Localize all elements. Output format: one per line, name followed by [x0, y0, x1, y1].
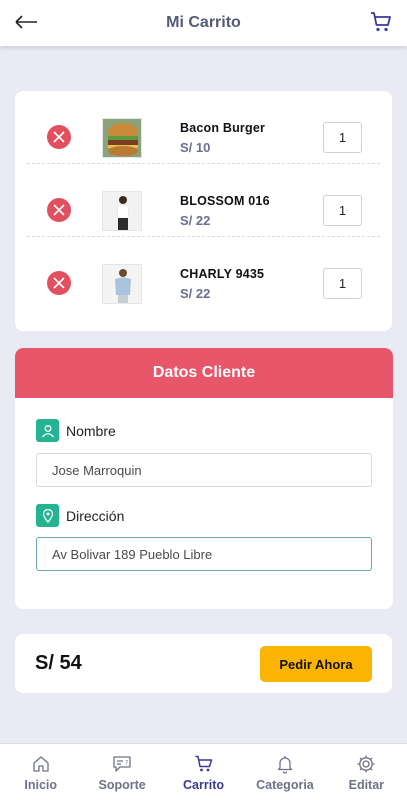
charly-outfit-image [102, 264, 142, 304]
client-data-card: Datos Cliente Nombre Jose Marroquin Dire… [15, 348, 393, 609]
name-label-text: Nombre [66, 422, 116, 439]
blossom-outfit-image [102, 191, 142, 231]
client-data-title: Datos Cliente [152, 364, 256, 381]
address-label: Dirección [36, 504, 124, 527]
item-name: Bacon Burger [180, 121, 266, 135]
shopping-cart-icon[interactable] [369, 10, 393, 34]
bell-icon [277, 756, 293, 774]
name-field[interactable]: Jose Marroquin [36, 453, 372, 487]
cart-icon [195, 755, 212, 772]
nav-label: Inicio [24, 778, 58, 792]
cart-item: BLOSSOM 016 S/ 22 1 [27, 164, 380, 237]
total-amount: S/ 54 [35, 652, 82, 674]
burger-image [102, 118, 142, 158]
item-price: S/ 10 [180, 140, 211, 155]
nav-item-categoria[interactable]: Categoria [244, 744, 325, 800]
item-name: BLOSSOM 016 [180, 194, 270, 208]
nav-item-soporte[interactable]: ? Soporte [81, 744, 162, 800]
cart-item: CHARLY 9435 S/ 22 1 [27, 237, 380, 310]
svg-text:?: ? [125, 760, 128, 767]
item-price: S/ 22 [180, 286, 211, 301]
name-label: Nombre [36, 419, 116, 442]
cart-items-card: Bacon Burger S/ 10 1 BLOSSOM 016 S/ 22 1 [15, 91, 392, 331]
remove-item-button[interactable] [47, 198, 71, 222]
gear-icon [357, 755, 375, 773]
address-label-text: Dirección [66, 507, 125, 524]
page-title: Mi Carrito [166, 14, 241, 31]
item-name: CHARLY 9435 [180, 267, 265, 281]
user-icon [36, 419, 59, 442]
remove-item-button[interactable] [47, 125, 71, 149]
remove-item-button[interactable] [47, 271, 71, 295]
home-icon [33, 756, 49, 772]
support-chat-icon: ? [113, 756, 131, 772]
nav-label: Carrito [183, 778, 224, 792]
location-pin-icon [36, 504, 59, 527]
nav-label: Categoria [256, 778, 314, 792]
app-header: Mi Carrito [0, 0, 407, 46]
client-data-header: Datos Cliente [15, 348, 393, 398]
order-summary-card: S/ 54 Pedir Ahora [15, 634, 392, 693]
arrow-left-icon[interactable] [12, 10, 40, 34]
item-price: S/ 22 [180, 213, 211, 228]
nav-item-carrito[interactable]: Carrito [163, 744, 244, 800]
order-now-button[interactable]: Pedir Ahora [260, 646, 372, 682]
nav-label: Soporte [98, 778, 146, 792]
nav-item-editar[interactable]: Editar [326, 744, 407, 800]
bottom-navigation: Inicio ? Soporte Carrito Categoria Edita… [0, 743, 407, 800]
address-field[interactable]: Av Bolivar 189 Pueblo Libre [36, 537, 372, 571]
quantity-input[interactable]: 1 [323, 268, 362, 299]
nav-item-inicio[interactable]: Inicio [0, 744, 81, 800]
quantity-input[interactable]: 1 [323, 122, 362, 153]
cart-item: Bacon Burger S/ 10 1 [27, 91, 380, 164]
quantity-input[interactable]: 1 [323, 195, 362, 226]
nav-label: Editar [348, 778, 385, 792]
